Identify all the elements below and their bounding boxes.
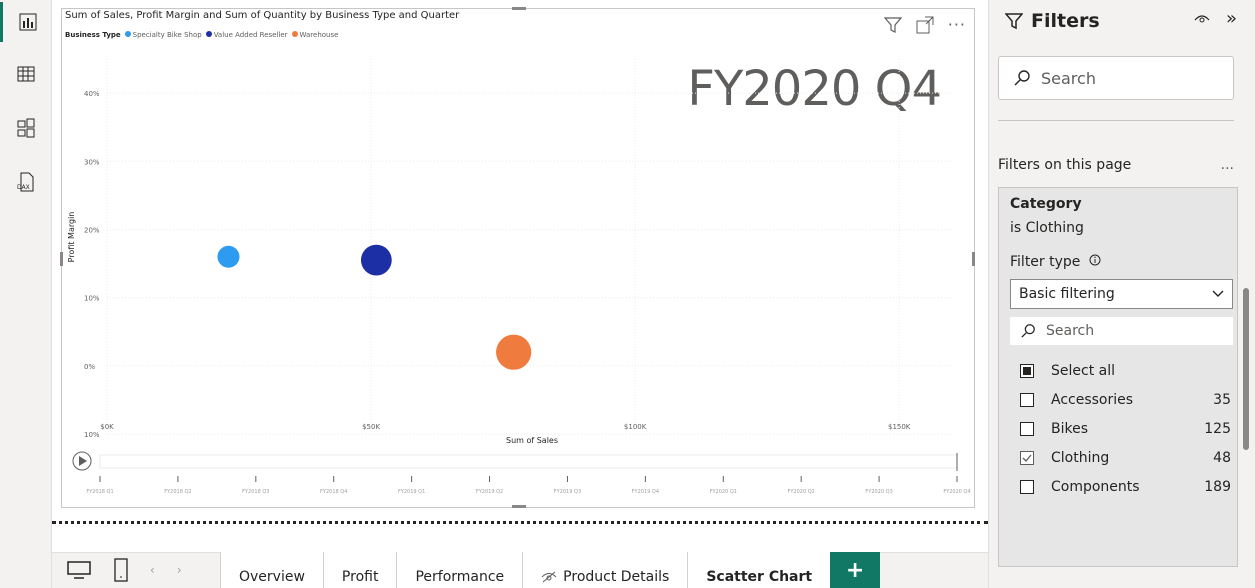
- filter-value-components[interactable]: Components 189: [1010, 472, 1233, 501]
- checkbox-partial[interactable]: [1020, 363, 1034, 378]
- y-tick-label: 10%: [84, 295, 100, 303]
- play-axis-label: FY2018 Q2: [164, 489, 191, 495]
- filters-header-icons: »: [1194, 10, 1237, 28]
- play-axis-label: FY2019 Q4: [632, 489, 659, 495]
- filter-summary: is Clothing: [1010, 220, 1084, 236]
- filter-value-accessories[interactable]: Accessories 35: [1010, 385, 1233, 414]
- data-point: [496, 334, 532, 370]
- filters-header: Filters: [1005, 10, 1100, 32]
- filters-pane: Filters » Search Filters on this page ..…: [988, 0, 1255, 588]
- search-icon: [1021, 324, 1035, 338]
- tab-scatter-chart[interactable]: Scatter Chart: [687, 552, 831, 588]
- checkbox[interactable]: [1020, 392, 1034, 407]
- x-tick-label: $50K: [362, 423, 380, 431]
- divider: [998, 120, 1234, 121]
- plot-area: 40%30%20%10%0%10%$0K $50K $100K $150KSum of…: [67, 59, 971, 495]
- filter-icon: [1005, 13, 1023, 30]
- page-boundary: [52, 521, 988, 524]
- table-view-icon: [17, 66, 35, 82]
- filter-type-label: Filter type: [1010, 254, 1101, 270]
- checkbox[interactable]: [1020, 479, 1034, 494]
- chevron-down-icon: [1212, 290, 1224, 297]
- hidden-page-icon: [541, 571, 557, 583]
- resize-handle[interactable]: [60, 252, 63, 266]
- play-axis-label: FY2018 Q1: [86, 489, 113, 495]
- tab-scroll-right-icon[interactable]: ›: [177, 563, 182, 577]
- filter-card-category[interactable]: Category is Clothing Filter type Basic f…: [998, 187, 1238, 567]
- report-view-icon: [19, 13, 36, 31]
- play-axis-label: FY2019 Q2: [476, 489, 503, 495]
- svg-text:DAX: DAX: [17, 184, 30, 191]
- resize-handle[interactable]: [972, 252, 975, 266]
- filters-scrollbar[interactable]: [1243, 288, 1249, 450]
- play-axis-label: FY2020 Q2: [787, 489, 814, 495]
- y-tick-label: 30%: [84, 158, 100, 166]
- desktop-layout-icon[interactable]: [66, 560, 92, 580]
- model-view-button[interactable]: [0, 108, 52, 148]
- filters-search-input[interactable]: Search: [998, 56, 1234, 100]
- checkbox[interactable]: [1020, 421, 1034, 436]
- x-tick-label: $0K: [100, 423, 114, 431]
- y-tick-label: 0%: [84, 363, 95, 371]
- play-axis-label: FY2019 Q1: [398, 489, 425, 495]
- info-icon[interactable]: [1089, 254, 1101, 266]
- mobile-layout-icon[interactable]: [114, 558, 128, 582]
- x-tick-label: $100K: [624, 423, 647, 431]
- report-view-button[interactable]: [0, 2, 52, 42]
- checkbox-checked[interactable]: [1020, 450, 1034, 465]
- resize-handle[interactable]: [512, 505, 526, 508]
- checkmark-icon: [1022, 454, 1032, 462]
- page-tabs-bar: ‹ › Overview Profit Performance Product …: [52, 552, 988, 588]
- x-axis-label: Sum of Sales: [506, 436, 558, 445]
- dax-query-view-button[interactable]: DAX: [0, 162, 52, 202]
- search-icon: [1014, 70, 1030, 86]
- tab-profit[interactable]: Profit: [322, 552, 397, 588]
- filter-values-search[interactable]: Search: [1010, 317, 1233, 345]
- play-axis-label: FY2020 Q3: [865, 489, 892, 495]
- play-axis-label: FY2018 Q3: [242, 489, 269, 495]
- filter-value-clothing[interactable]: Clothing 48: [1010, 443, 1233, 472]
- play-axis-track: [99, 454, 958, 469]
- data-point: [217, 245, 240, 268]
- filters-on-page-header: Filters on this page ...: [998, 157, 1234, 173]
- tab-overview[interactable]: Overview: [220, 552, 323, 588]
- y-tick-label: 10%: [84, 431, 100, 439]
- add-page-button[interactable]: +: [830, 552, 881, 588]
- section-more-options[interactable]: ...: [1221, 157, 1234, 173]
- tab-scroll-left-icon[interactable]: ‹: [150, 563, 155, 577]
- filter-field-name: Category: [1010, 196, 1082, 212]
- tab-controls: ‹ ›: [52, 552, 220, 588]
- filter-values-list: Select all Accessories 35 Bikes 125 Clot…: [1010, 356, 1233, 501]
- resize-handle[interactable]: [512, 7, 526, 10]
- y-tick-label: 20%: [84, 226, 100, 234]
- play-axis-label: FY2020 Q1: [710, 489, 737, 495]
- model-view-icon: [17, 118, 35, 138]
- filter-value-select-all[interactable]: Select all: [1010, 356, 1233, 385]
- tab-product-details[interactable]: Product Details: [522, 552, 688, 588]
- data-point: [360, 244, 392, 276]
- filter-value-bikes[interactable]: Bikes 125: [1010, 414, 1233, 443]
- play-axis-label: FY2018 Q4: [320, 489, 347, 495]
- report-canvas: Sum of Sales, Profit Margin and Sum of Q…: [52, 0, 988, 552]
- view-switcher: DAX: [0, 0, 52, 588]
- y-axis-label: Profit Margin: [67, 212, 76, 263]
- tab-performance[interactable]: Performance: [396, 552, 523, 588]
- y-tick-label: 40%: [84, 90, 100, 98]
- collapse-pane-icon[interactable]: »: [1226, 10, 1237, 28]
- play-axis-label: FY2019 Q3: [554, 489, 581, 495]
- x-tick-label: $150K: [888, 423, 911, 431]
- play-axis-label: FY2020 Q4: [943, 489, 970, 495]
- filter-type-dropdown[interactable]: Basic filtering: [1010, 279, 1233, 309]
- table-view-button[interactable]: [0, 54, 52, 94]
- eye-icon[interactable]: [1194, 12, 1210, 26]
- dax-query-view-icon: DAX: [17, 172, 34, 192]
- scatter-chart-visual[interactable]: Sum of Sales, Profit Margin and Sum of Q…: [60, 7, 975, 508]
